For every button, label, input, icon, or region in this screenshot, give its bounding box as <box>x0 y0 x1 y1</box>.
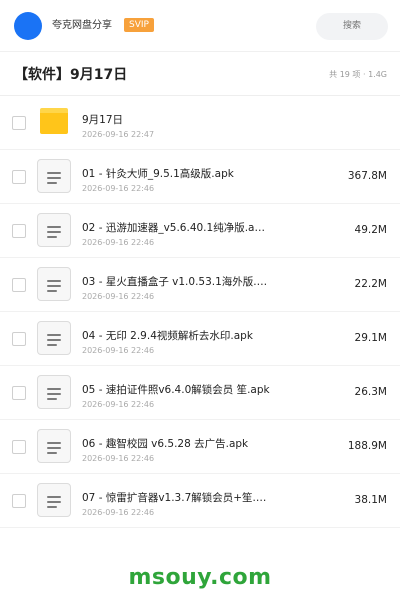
username: 夸克网盘分享 <box>52 20 112 31</box>
checkbox[interactable] <box>12 494 26 508</box>
checkbox[interactable] <box>12 224 26 238</box>
list-item-file[interactable]: 01 - 针灸大师_9.5.1高级版.apk 2026-09-16 22:46 … <box>0 150 400 204</box>
item-size: 49.2M <box>354 224 387 236</box>
checkbox[interactable] <box>12 170 26 184</box>
item-date: 2026-09-16 22:46 <box>82 184 155 193</box>
top-header: 夸克网盘分享 SVIP <box>0 0 400 52</box>
item-date: 2026-09-16 22:46 <box>82 346 155 355</box>
item-name: 06 - 趣智校园 v6.5.28 去广告.apk <box>82 438 249 450</box>
item-name: 05 - 速拍证件照v6.4.0解锁会员 笙.apk <box>82 384 270 396</box>
checkbox[interactable] <box>12 440 26 454</box>
watermark-text: msouy.com <box>128 565 272 590</box>
search-input[interactable] <box>316 13 388 40</box>
item-size: 26.3M <box>354 386 387 398</box>
item-name: 03 - 星火直播盒子 v1.0.53.1海外版.… <box>82 276 268 288</box>
folder-title-bar: 【软件】9月17日 共 19 项 · 1.4G <box>0 52 400 96</box>
page-title: 【软件】9月17日 <box>14 67 128 83</box>
list-item-file[interactable]: 06 - 趣智校园 v6.5.28 去广告.apk 2026-09-16 22:… <box>0 420 400 474</box>
item-size: 29.1M <box>354 332 387 344</box>
checkbox[interactable] <box>12 332 26 346</box>
list-item-folder[interactable]: 9月17日 2026-09-16 22:47 <box>0 96 400 150</box>
item-date: 2026-09-16 22:46 <box>82 454 155 463</box>
item-date: 2026-09-16 22:46 <box>82 238 155 247</box>
svip-badge: SVIP <box>124 18 154 32</box>
checkbox[interactable] <box>12 386 26 400</box>
item-date: 2026-09-16 22:46 <box>82 508 155 517</box>
document-icon <box>37 159 71 193</box>
avatar[interactable] <box>14 12 42 40</box>
item-date: 2026-09-16 22:47 <box>82 130 155 139</box>
list-item-file[interactable]: 03 - 星火直播盒子 v1.0.53.1海外版.… 2026-09-16 22… <box>0 258 400 312</box>
item-name: 9月17日 <box>82 114 124 126</box>
item-name: 07 - 惊雷扩音器v1.3.7解锁会员+笙.apk <box>82 492 272 504</box>
document-icon <box>37 429 71 463</box>
document-icon <box>37 483 71 517</box>
item-name: 04 - 无印 2.9.4视频解析去水印.apk <box>82 330 253 342</box>
item-size: 367.8M <box>347 170 387 182</box>
item-summary: 共 19 项 · 1.4G <box>329 70 387 79</box>
item-date: 2026-09-16 22:46 <box>82 292 155 301</box>
item-size: 38.1M <box>354 494 387 506</box>
folder-icon <box>40 108 68 134</box>
checkbox[interactable] <box>12 278 26 292</box>
list-item-file[interactable]: 02 - 迅游加速器_v5.6.40.1纯净版.a… 2026-09-16 22… <box>0 204 400 258</box>
item-size: 188.9M <box>347 440 387 452</box>
document-icon <box>37 267 71 301</box>
item-date: 2026-09-16 22:46 <box>82 400 155 409</box>
item-name: 01 - 针灸大师_9.5.1高级版.apk <box>82 168 234 180</box>
item-name: 02 - 迅游加速器_v5.6.40.1纯净版.a… <box>82 222 265 234</box>
list-item-file[interactable]: 04 - 无印 2.9.4视频解析去水印.apk 2026-09-16 22:4… <box>0 312 400 366</box>
file-list: 9月17日 2026-09-16 22:47 01 - 针灸大师_9.5.1高级… <box>0 96 400 528</box>
document-icon <box>37 321 71 355</box>
item-size: 22.2M <box>354 278 387 290</box>
document-icon <box>37 375 71 409</box>
list-item-file[interactable]: 07 - 惊雷扩音器v1.3.7解锁会员+笙.apk 2026-09-16 22… <box>0 474 400 528</box>
document-icon <box>37 213 71 247</box>
checkbox[interactable] <box>12 116 26 130</box>
list-item-file[interactable]: 05 - 速拍证件照v6.4.0解锁会员 笙.apk 2026-09-16 22… <box>0 366 400 420</box>
